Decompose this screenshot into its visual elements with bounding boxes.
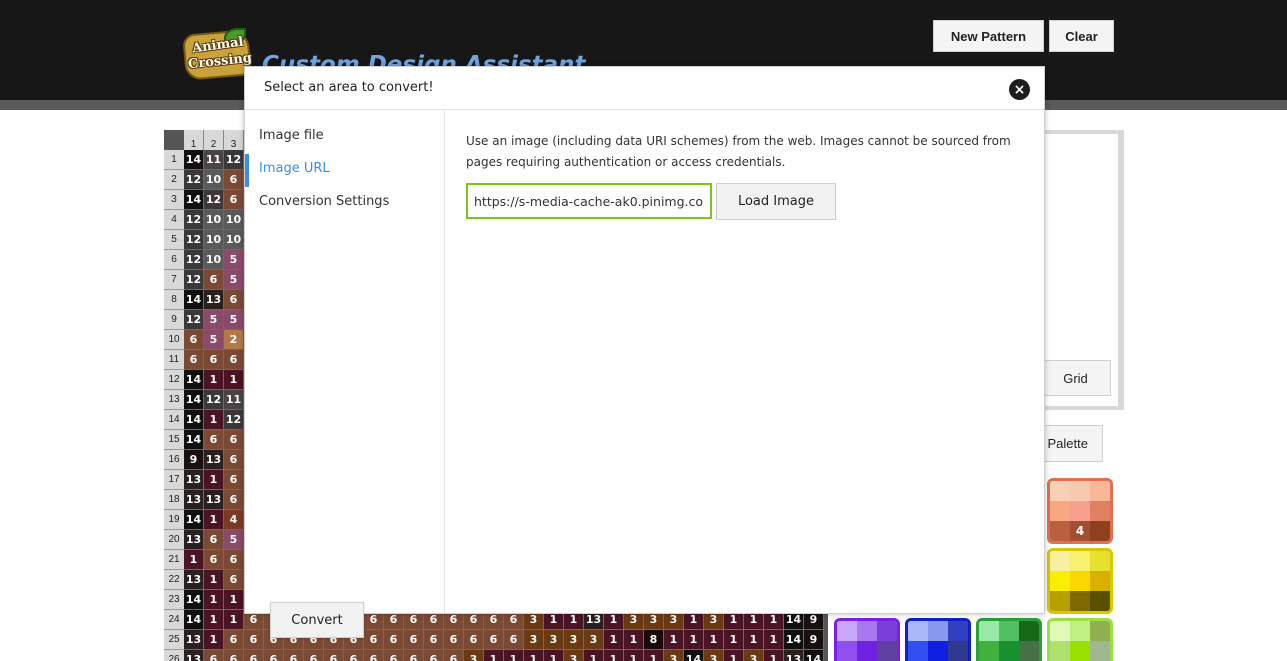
modal-title: Select an area to convert! [264, 80, 434, 95]
sidebar-item-conversion-settings[interactable]: Conversion Settings [259, 194, 389, 209]
image-url-input[interactable] [466, 183, 712, 219]
sidebar-item-image-file[interactable]: Image file [259, 128, 324, 143]
load-image-button[interactable]: Load Image [716, 183, 836, 220]
convert-modal: Select an area to convert! × Image file … [244, 66, 1045, 638]
image-url-description: Use an image (including data URI schemes… [466, 134, 1011, 169]
modal-sidebar: Image file Image URL Conversion Settings… [245, 111, 445, 638]
modal-header: Select an area to convert! × [245, 67, 1044, 110]
close-icon[interactable]: × [1009, 79, 1030, 100]
modal-content: Use an image (including data URI schemes… [446, 111, 1044, 613]
sidebar-item-image-url[interactable]: Image URL [259, 161, 330, 176]
active-indicator [245, 154, 249, 187]
convert-button[interactable]: Convert [270, 602, 364, 638]
